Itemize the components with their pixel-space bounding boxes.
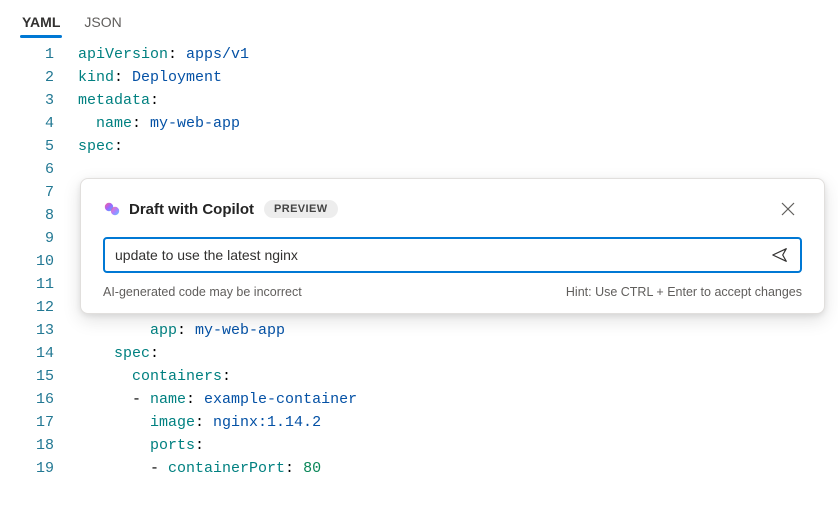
- line-number: 14: [0, 342, 54, 365]
- line-number: 13: [0, 319, 54, 342]
- code-line[interactable]: spec:: [78, 135, 838, 158]
- code-line[interactable]: apiVersion: apps/v1: [78, 43, 838, 66]
- line-number: 16: [0, 388, 54, 411]
- close-icon: [781, 202, 795, 216]
- line-number: 6: [0, 158, 54, 181]
- code-line[interactable]: spec:: [78, 342, 838, 365]
- code-line[interactable]: metadata:: [78, 89, 838, 112]
- line-number: 3: [0, 89, 54, 112]
- tab-json[interactable]: JSON: [82, 8, 123, 38]
- tab-yaml[interactable]: YAML: [20, 8, 62, 38]
- code-line[interactable]: name: my-web-app: [78, 112, 838, 135]
- send-button[interactable]: [766, 241, 794, 269]
- code-line[interactable]: app: my-web-app: [78, 319, 838, 342]
- line-number: 15: [0, 365, 54, 388]
- keyboard-hint: Hint: Use CTRL + Enter to accept changes: [566, 285, 802, 299]
- send-icon: [771, 246, 789, 264]
- code-line[interactable]: containers:: [78, 365, 838, 388]
- code-line[interactable]: - name: example-container: [78, 388, 838, 411]
- line-number: 17: [0, 411, 54, 434]
- prompt-input-wrap: [103, 237, 802, 273]
- code-line[interactable]: kind: Deployment: [78, 66, 838, 89]
- copilot-icon: [103, 200, 121, 218]
- copilot-popup: Draft with Copilot PREVIEW AI-generated …: [80, 178, 825, 314]
- close-button[interactable]: [774, 195, 802, 223]
- popup-header: Draft with Copilot PREVIEW: [103, 195, 802, 223]
- line-number: 9: [0, 227, 54, 250]
- line-number: 5: [0, 135, 54, 158]
- line-number: 2: [0, 66, 54, 89]
- line-number: 12: [0, 296, 54, 319]
- line-number: 18: [0, 434, 54, 457]
- code-line[interactable]: - containerPort: 80: [78, 457, 838, 480]
- code-line[interactable]: ports:: [78, 434, 838, 457]
- line-number: 7: [0, 181, 54, 204]
- prompt-input[interactable]: [115, 247, 766, 263]
- line-number: 8: [0, 204, 54, 227]
- line-number: 1: [0, 43, 54, 66]
- line-number: 19: [0, 457, 54, 480]
- line-number: 11: [0, 273, 54, 296]
- code-line[interactable]: image: nginx:1.14.2: [78, 411, 838, 434]
- line-number: 4: [0, 112, 54, 135]
- line-number: 10: [0, 250, 54, 273]
- popup-footer: AI-generated code may be incorrect Hint:…: [103, 285, 802, 299]
- preview-badge: PREVIEW: [264, 200, 338, 218]
- popup-title: Draft with Copilot: [129, 201, 254, 218]
- ai-disclaimer: AI-generated code may be incorrect: [103, 285, 302, 299]
- line-gutter: 12345678910111213141516171819: [0, 43, 78, 480]
- format-tabs: YAML JSON: [0, 0, 838, 39]
